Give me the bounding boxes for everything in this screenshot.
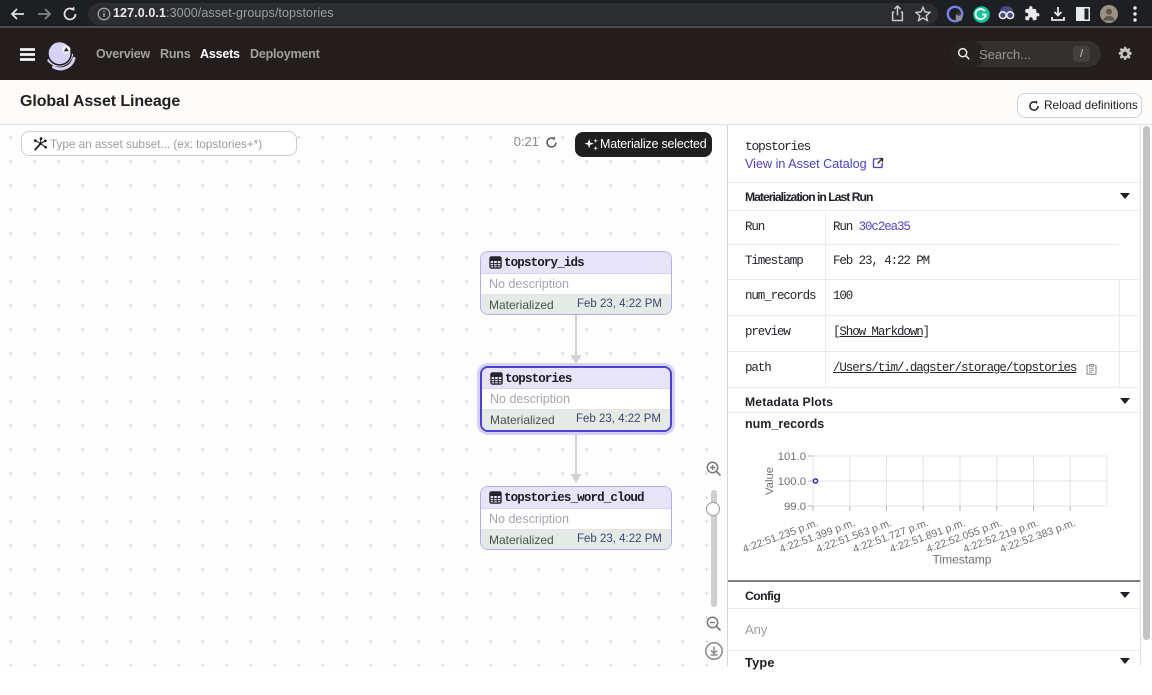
svg-text:100.0: 100.0 — [778, 476, 806, 488]
svg-text:Value: Value — [764, 467, 776, 495]
svg-text:99.0: 99.0 — [784, 501, 806, 513]
svg-text:101.0: 101.0 — [778, 451, 806, 463]
svg-text:Timestamp: Timestamp — [933, 553, 992, 567]
